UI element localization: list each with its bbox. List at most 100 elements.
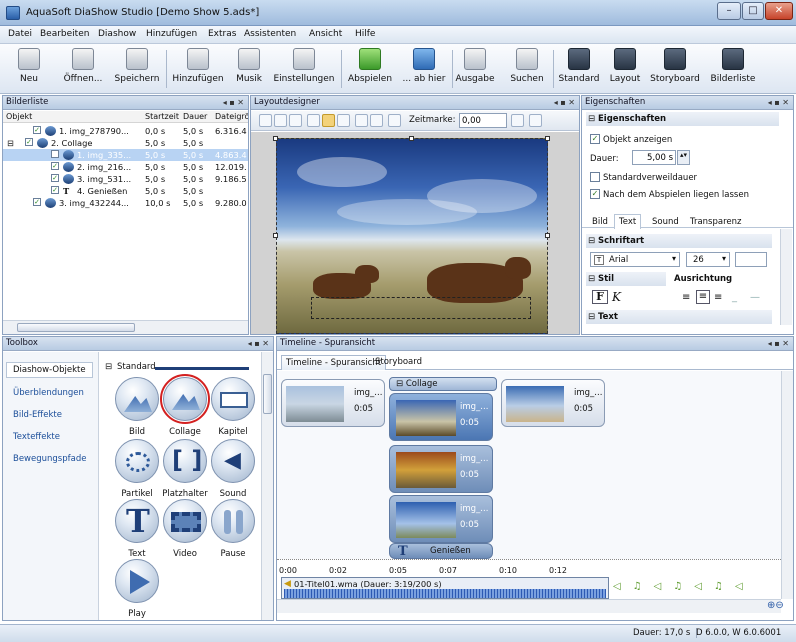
open-button[interactable]: Öffnen... [58, 48, 108, 90]
layout-canvas[interactable] [251, 132, 579, 334]
tool-bild[interactable]: Bild [113, 377, 161, 437]
view-storyboard-button[interactable]: Storyboard [648, 48, 702, 90]
bold-icon[interactable]: F [592, 290, 608, 304]
tab-storyboard[interactable]: Storyboard [375, 357, 422, 367]
view-standard-button[interactable]: Standard [557, 48, 601, 90]
category-ueberblendungen[interactable]: Überblendungen [13, 388, 84, 398]
timeline-slide[interactable]: img_... 0:05 [281, 379, 385, 427]
search-button[interactable]: Suchen [507, 48, 547, 90]
apply-time-icon[interactable] [529, 114, 542, 127]
crop-icon[interactable] [388, 114, 401, 127]
panel-controls[interactable]: ◂ ▪ ✕ [768, 337, 789, 350]
resize-handle[interactable] [545, 233, 550, 238]
valign-middle-icon[interactable]: — [750, 292, 760, 303]
new-button[interactable]: Neu [14, 48, 44, 90]
add-button[interactable]: Hinzufügen [170, 48, 226, 90]
collapse-icon[interactable]: ⊟ [396, 379, 406, 389]
menu-assistenten[interactable]: Assistenten [244, 29, 296, 39]
list-item[interactable]: ✓ T 4. Genießen 5,0 s 5,0 s [3, 185, 248, 197]
visible-checkbox[interactable]: ✓ [25, 138, 33, 146]
visible-checkbox[interactable]: ✓ [51, 162, 59, 170]
grid-icon[interactable] [307, 114, 320, 127]
text-frame[interactable] [311, 297, 531, 319]
play-from-here-button[interactable]: ... ab hier [398, 48, 450, 90]
visible-checkbox[interactable]: ✓ [33, 126, 41, 134]
resize-handle[interactable] [273, 233, 278, 238]
section-schriftart[interactable]: Schriftart [586, 234, 772, 248]
list-item[interactable]: ⊟ ✓ 2. Collage 5,0 s 5,0 s [3, 137, 248, 149]
vertical-scrollbar[interactable] [261, 352, 273, 620]
vertical-scrollbar[interactable] [780, 229, 792, 325]
settings-button[interactable]: Einstellungen [272, 48, 336, 90]
tool-video[interactable]: Video [161, 499, 209, 559]
motion-path-icon[interactable] [337, 114, 350, 127]
music-button[interactable]: Musik [232, 48, 266, 90]
collage-group-header[interactable]: ⊟ Collage [389, 377, 497, 391]
category-bild-effekte[interactable]: Bild-Effekte [13, 410, 62, 420]
panel-controls[interactable]: ◂ ▪ ✕ [554, 96, 575, 109]
visible-checkbox[interactable]: ✓ [51, 150, 59, 158]
menu-diashow[interactable]: Diashow [98, 29, 136, 39]
safe-area-icon[interactable] [322, 114, 335, 127]
view-layout-button[interactable]: Layout [606, 48, 644, 90]
section-text[interactable]: Text [586, 310, 772, 324]
objekt-anzeigen-checkbox[interactable]: ✓ [590, 134, 600, 144]
zoom-out-icon[interactable] [274, 114, 287, 127]
view-bilderliste-button[interactable]: Bilderliste [708, 48, 758, 90]
output-button[interactable]: Ausgabe [455, 48, 495, 90]
list-item-selected[interactable]: ✓ 1. img_335... 5,0 s 5,0 s 4.863.4 [3, 149, 248, 161]
collapse-icon[interactable]: ⊟ [7, 138, 14, 148]
horizontal-scrollbar[interactable] [3, 320, 248, 334]
tab-sound[interactable]: Sound [652, 217, 679, 227]
tool-partikel[interactable]: Partikel [113, 439, 161, 499]
save-button[interactable]: Speichern [112, 48, 162, 90]
font-select[interactable]: T Arial ▾ [590, 252, 680, 267]
align-center-icon[interactable]: ≡ [696, 290, 710, 304]
scrollbar-thumb[interactable] [17, 323, 135, 332]
font-size-select[interactable]: 26 ▾ [686, 252, 730, 267]
timeline-track-area[interactable]: img_... 0:05 ⊟ Collage img_... 0:05 img_..… [277, 371, 781, 559]
menu-datei[interactable]: Datei [8, 29, 32, 39]
col-startzeit[interactable]: Startzeit [145, 112, 179, 121]
panel-controls[interactable]: ◂ ▪ ✕ [248, 337, 269, 350]
zoom-icon[interactable]: ⊕⊖ [767, 600, 784, 611]
tool-pause[interactable]: Pause [209, 499, 257, 559]
panel-controls[interactable]: ◂ ▪ ✕ [223, 96, 244, 109]
horizontal-scrollbar[interactable] [277, 599, 781, 613]
list-item[interactable]: ✓ 1. img_278790... 0,0 s 5,0 s 6.316.4 [3, 125, 248, 137]
rotate-right-icon[interactable] [370, 114, 383, 127]
visible-checkbox[interactable]: ✓ [33, 198, 41, 206]
collage-slide[interactable]: img_... 0:05 [389, 495, 493, 543]
audio-track[interactable]: ◀ 01-Titel01.wma (Dauer: 3:19/200 s) [281, 577, 609, 599]
tool-text[interactable]: T Text [113, 499, 161, 559]
tab-text[interactable]: Text [614, 214, 642, 229]
list-item[interactable]: ✓ 3. img_432244... 10,0 s 5,0 s 9.280.0 [3, 197, 248, 209]
panel-controls[interactable]: ◂ ▪ ✕ [768, 96, 789, 109]
zoom-in-icon[interactable] [259, 114, 272, 127]
tab-bild[interactable]: Bild [592, 217, 608, 227]
visible-checkbox[interactable]: ✓ [51, 174, 59, 182]
list-item[interactable]: ✓ 2. img_216... 5,0 s 5,0 s 12.019. [3, 161, 248, 173]
list-item[interactable]: ✓ 3. img_531... 5,0 s 5,0 s 9.186.5 [3, 173, 248, 185]
collage-text-slide[interactable]: T Genießen [389, 543, 493, 559]
zoom-fit-icon[interactable] [289, 114, 302, 127]
play-button[interactable]: Abspielen [345, 48, 395, 90]
align-right-icon[interactable]: ≡ [714, 292, 722, 303]
resize-handle[interactable] [273, 136, 278, 141]
zeitmarke-input[interactable] [459, 113, 507, 128]
section-eigenschaften[interactable]: Eigenschaften [586, 112, 779, 126]
resize-handle[interactable] [545, 136, 550, 141]
menu-hilfe[interactable]: Hilfe [355, 29, 375, 39]
italic-icon[interactable]: K [612, 290, 621, 304]
dauer-spinner[interactable]: ▴▾ [677, 150, 690, 165]
time-ruler[interactable]: 0:00 0:02 0:05 0:07 0:10 0:12 [277, 559, 781, 577]
collapse-icon[interactable]: ⊟ [105, 362, 112, 372]
col-dateigroesse[interactable]: Dateigrö [215, 112, 248, 121]
align-left-icon[interactable]: ≡ [682, 292, 690, 303]
liegen-lassen-checkbox[interactable]: ✓ [590, 189, 600, 199]
category-diashow-objekte[interactable]: Diashow-Objekte [6, 362, 93, 378]
valign-bottom-icon[interactable]: _ [732, 292, 737, 303]
menu-bearbeiten[interactable]: Bearbeiten [40, 29, 89, 39]
menu-extras[interactable]: Extras [208, 29, 236, 39]
tool-sound[interactable]: ◀ Sound [209, 439, 257, 499]
